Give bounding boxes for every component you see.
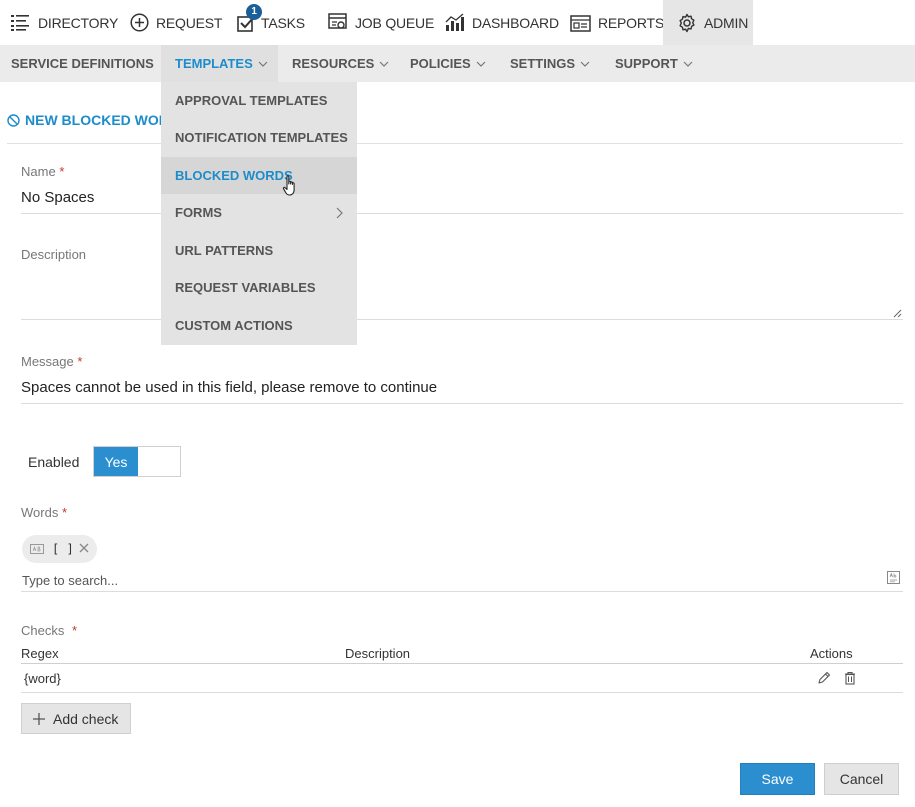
menu-item-notification-templates[interactable]: NOTIFICATION TEMPLATES	[161, 119, 357, 156]
add-check-label: Add check	[53, 710, 119, 727]
cancel-button[interactable]: Cancel	[824, 763, 899, 795]
subnav-service-definitions-label: SERVICE DEFINITIONS	[11, 56, 154, 71]
subnav-templates[interactable]: TEMPLATES	[161, 45, 278, 82]
nav-request[interactable]: REQUEST	[130, 0, 222, 45]
text-format-icon[interactable]	[887, 571, 900, 584]
table-header-divider	[21, 663, 903, 664]
subnav-settings-label: SETTINGS	[510, 56, 576, 71]
job-queue-icon	[328, 13, 347, 29]
description-field[interactable]	[21, 266, 903, 319]
required-mark: *	[77, 354, 83, 369]
name-label: Name *	[21, 164, 64, 179]
row-regex: {word}	[24, 671, 61, 686]
column-header-regex: Regex	[21, 646, 59, 661]
subnav-support[interactable]: SUPPORT	[615, 45, 693, 82]
nav-reports[interactable]: REPORTS	[570, 0, 664, 45]
name-label-text: Name	[21, 164, 56, 179]
nav-dashboard-label: DASHBOARD	[472, 14, 559, 31]
bar-chart-icon	[445, 13, 464, 31]
plus-icon	[33, 712, 45, 725]
reports-icon	[570, 14, 591, 32]
chevron-down-icon	[580, 61, 590, 67]
word-chip[interactable]: [ ]	[22, 535, 97, 563]
nav-dashboard[interactable]: DASHBOARD	[445, 0, 559, 45]
menu-item-blocked-words-label: BLOCKED WORDS	[175, 168, 293, 183]
tasks-count-badge: 1	[246, 3, 262, 20]
words-label-text: Words	[21, 505, 59, 520]
subnav-resources[interactable]: RESOURCES	[292, 45, 389, 82]
subnav-templates-label: TEMPLATES	[175, 56, 253, 71]
chevron-down-icon	[379, 61, 389, 67]
nav-job-queue[interactable]: JOB QUEUE	[328, 0, 434, 45]
menu-item-request-variables[interactable]: REQUEST VARIABLES	[161, 269, 357, 306]
menu-item-forms-label: FORMS	[175, 205, 222, 220]
subnav-settings[interactable]: SETTINGS	[510, 45, 590, 82]
pencil-icon[interactable]	[817, 671, 831, 685]
page-title: NEW BLOCKED WOR	[7, 112, 169, 128]
checks-label-text: Checks	[21, 623, 65, 638]
required-mark: *	[71, 623, 78, 638]
blocked-icon	[7, 113, 20, 127]
add-check-button[interactable]: Add check	[21, 703, 131, 734]
plus-circle-icon	[130, 13, 149, 32]
checks-label: Checks *	[21, 623, 77, 638]
subnav-policies-label: POLICIES	[410, 56, 471, 71]
message-label: Message *	[21, 354, 82, 369]
nav-admin-label: ADMIN	[704, 14, 749, 31]
menu-item-url-patterns[interactable]: URL PATTERNS	[161, 232, 357, 269]
gear-icon	[679, 13, 695, 32]
close-icon[interactable]	[77, 541, 91, 555]
subnav-policies[interactable]: POLICIES	[410, 45, 486, 82]
text-format-icon	[30, 544, 44, 554]
nav-tasks[interactable]: 1 TASKS	[237, 0, 305, 45]
name-field[interactable]: No Spaces	[21, 189, 94, 206]
description-field-underline	[21, 319, 903, 320]
page-title-text: NEW BLOCKED WOR	[25, 112, 169, 128]
menu-item-blocked-words[interactable]: BLOCKED WORDS	[161, 157, 357, 196]
message-label-text: Message	[21, 354, 74, 369]
table-row-divider	[21, 692, 903, 693]
column-header-actions: Actions	[810, 646, 853, 661]
chevron-right-icon	[336, 207, 343, 219]
chevron-down-icon	[258, 61, 268, 67]
list-icon	[11, 14, 29, 31]
subnav-resources-label: RESOURCES	[292, 56, 375, 71]
nav-directory[interactable]: DIRECTORY	[11, 0, 118, 45]
column-header-description: Description	[345, 646, 411, 661]
chevron-down-icon	[476, 61, 486, 67]
message-field-underline	[21, 403, 903, 404]
templates-dropdown-menu: APPROVAL TEMPLATES NOTIFICATION TEMPLATE…	[161, 82, 357, 345]
required-mark: *	[61, 505, 68, 520]
chevron-down-icon	[683, 61, 693, 67]
description-label: Description	[21, 247, 87, 262]
enabled-toggle[interactable]: Yes	[93, 446, 181, 477]
words-search-input[interactable]	[22, 570, 872, 590]
nav-tasks-label: TASKS	[261, 14, 305, 31]
nav-job-queue-label: JOB QUEUE	[355, 14, 435, 31]
nav-reports-label: REPORTS	[598, 14, 665, 31]
save-button[interactable]: Save	[740, 763, 815, 795]
required-mark: *	[59, 164, 65, 179]
title-divider	[7, 143, 903, 144]
subnav-support-label: SUPPORT	[615, 56, 678, 71]
enabled-label: Enabled	[28, 454, 80, 470]
menu-item-forms[interactable]: FORMS	[161, 194, 357, 231]
sub-navigation: SERVICE DEFINITIONS TEMPLATES RESOURCES …	[0, 45, 915, 82]
trash-icon[interactable]	[844, 671, 856, 685]
enabled-toggle-yes[interactable]: Yes	[94, 447, 138, 476]
words-label: Words *	[21, 505, 67, 520]
word-chip-text: [ ]	[52, 542, 74, 556]
words-search-underline	[21, 591, 903, 592]
menu-item-approval-templates[interactable]: APPROVAL TEMPLATES	[161, 82, 357, 119]
top-navigation: DIRECTORY REQUEST 1 TASKS JOB QUEUE DASH…	[0, 0, 915, 45]
nav-request-label: REQUEST	[156, 14, 223, 31]
resize-handle-icon[interactable]	[892, 308, 902, 318]
nav-directory-label: DIRECTORY	[38, 14, 119, 31]
nav-admin[interactable]: ADMIN	[663, 0, 753, 45]
message-field[interactable]: Spaces cannot be used in this field, ple…	[21, 379, 437, 396]
subnav-service-definitions[interactable]: SERVICE DEFINITIONS	[0, 45, 165, 82]
name-field-underline	[21, 213, 903, 214]
menu-item-custom-actions[interactable]: CUSTOM ACTIONS	[161, 307, 357, 344]
